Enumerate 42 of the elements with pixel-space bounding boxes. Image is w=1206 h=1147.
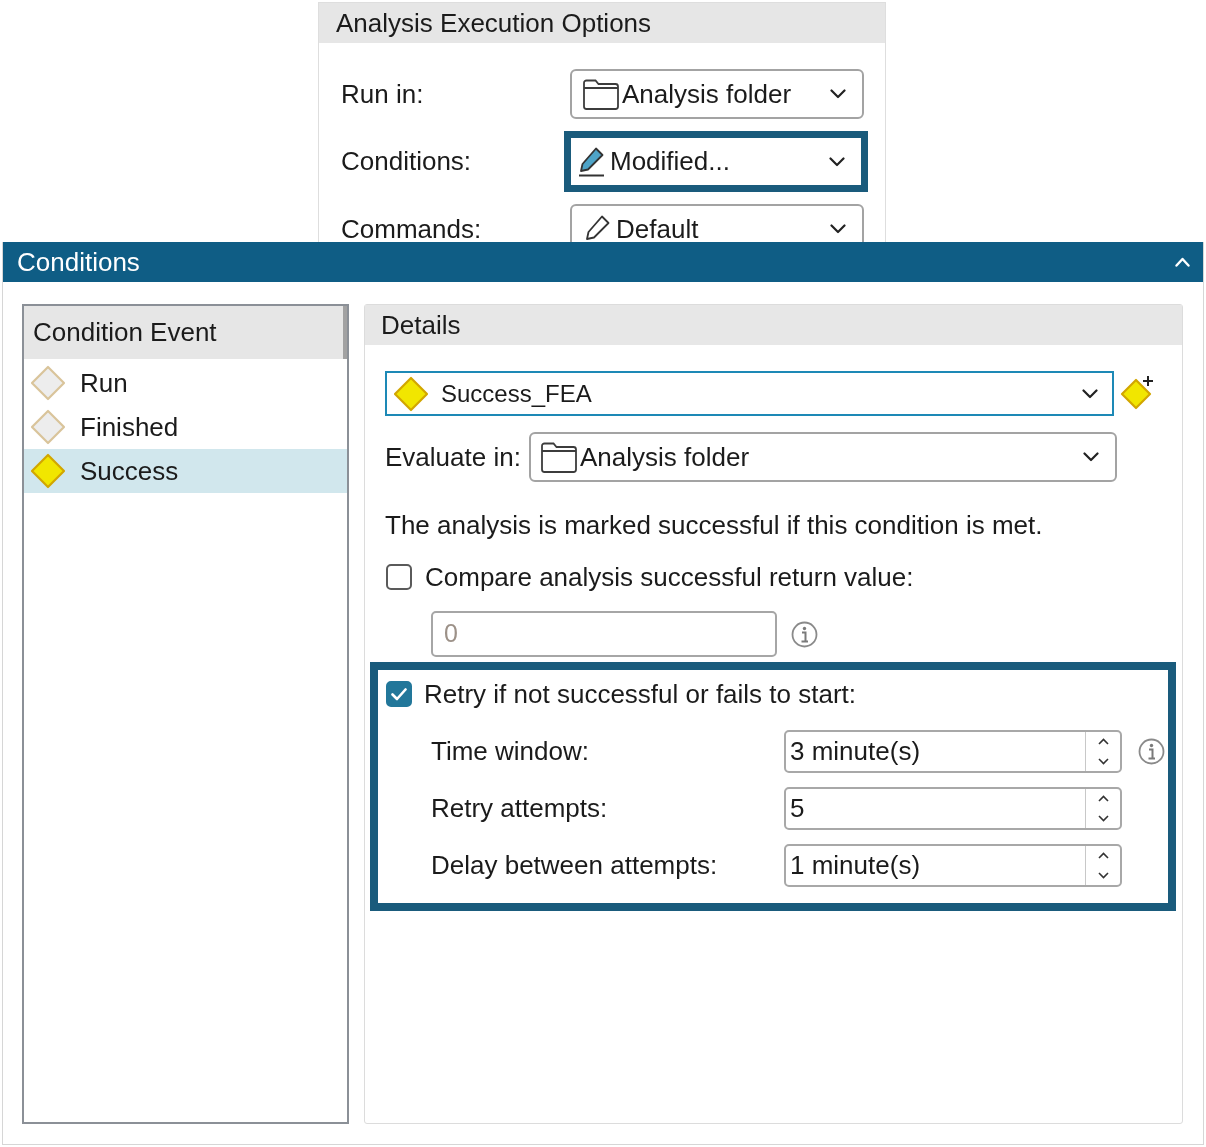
field-label: Retry attempts: — [431, 792, 608, 825]
panel-title: Conditions — [17, 245, 140, 279]
dropdown[interactable]: Analysis folder — [570, 69, 864, 119]
add-diamond-icon[interactable] — [1119, 375, 1156, 412]
field-label: Commands: — [341, 212, 482, 242]
tick-icon — [391, 687, 407, 701]
list-item[interactable]: Success — [24, 449, 347, 493]
spin-field[interactable]: 1 minute(s) — [784, 844, 1122, 887]
spin-field[interactable]: 3 minute(s) — [784, 730, 1122, 773]
chevron-up-icon[interactable] — [1175, 257, 1190, 267]
chevron-down-icon — [1097, 814, 1109, 822]
chevron-down-icon — [830, 224, 846, 234]
folder-icon — [583, 78, 619, 110]
checkbox[interactable] — [386, 681, 412, 707]
info-icon[interactable] — [791, 620, 818, 648]
chevron-down-icon — [829, 156, 845, 167]
field-label: Evaluate in: — [385, 440, 521, 474]
chevron-down-icon — [1097, 757, 1109, 765]
chevron-up-icon — [1097, 795, 1109, 803]
column-header[interactable]: Condition Event — [24, 306, 347, 359]
folder-icon — [541, 441, 577, 473]
spin-field[interactable]: 5 — [784, 787, 1122, 830]
field-label: Run in: — [341, 77, 424, 111]
marker-icon — [577, 146, 607, 177]
field-label: Delay between attempts: — [431, 849, 718, 882]
dropdown[interactable]: Default — [570, 204, 864, 242]
chevron-down-icon — [1083, 452, 1099, 462]
chevron-up-icon — [1097, 852, 1109, 860]
description-text: The analysis is marked successful if this condition is met. — [385, 510, 1043, 540]
chevron-down-icon — [1097, 871, 1109, 879]
chevron-down-icon — [830, 89, 846, 99]
checkbox-label[interactable]: Retry if not successful or fails to start: — [424, 674, 857, 714]
dropdown[interactable]: Analysis folder — [529, 432, 1117, 482]
chevron-down-icon — [1082, 388, 1098, 399]
field-label: Conditions: — [341, 145, 472, 178]
info-icon[interactable] — [1138, 738, 1165, 765]
filled-diamond-icon — [393, 375, 429, 412]
field-label: Time window: — [431, 735, 589, 768]
panel-title: Details — [381, 308, 461, 342]
panel-title: Analysis Execution Options — [336, 6, 652, 40]
condition-dropdown[interactable]: Success_FEA — [385, 371, 1114, 416]
chevron-up-icon — [1097, 738, 1109, 746]
